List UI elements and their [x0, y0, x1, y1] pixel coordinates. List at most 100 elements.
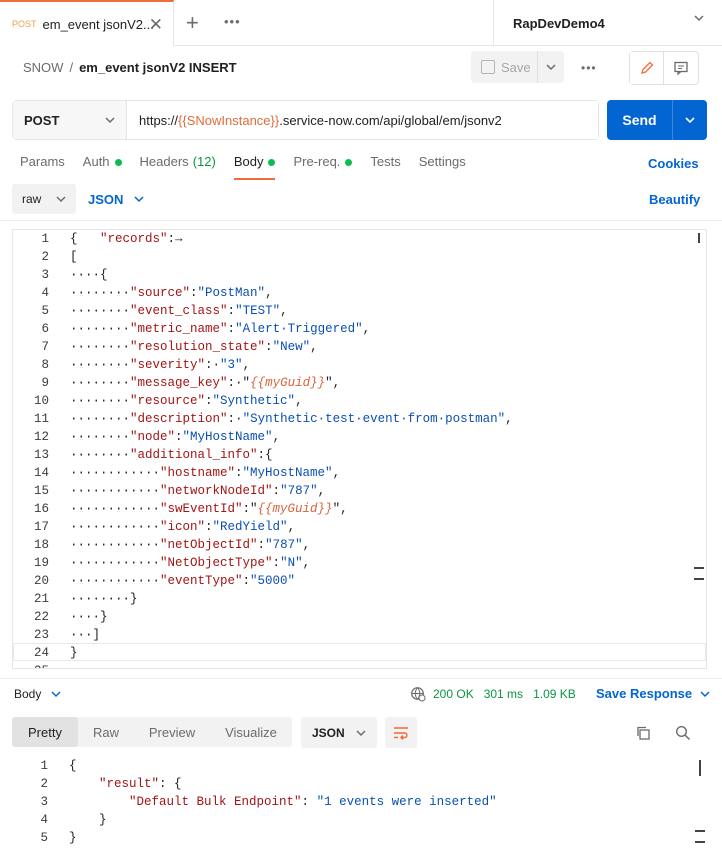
- cookies-link[interactable]: Cookies: [648, 156, 699, 171]
- tab-label: Tests: [370, 154, 400, 169]
- line-number: 1: [13, 230, 59, 248]
- tab-method: POST: [12, 19, 37, 29]
- line-number: 25: [13, 662, 59, 669]
- line-number: 13: [13, 446, 59, 464]
- chevron-down-icon: [50, 688, 62, 700]
- line-number: 17: [13, 518, 59, 536]
- send-options-button[interactable]: [673, 100, 707, 140]
- response-size[interactable]: 1.09 KB: [533, 687, 576, 701]
- save-options-button[interactable]: [538, 61, 564, 73]
- tab-headers[interactable]: Headers(12): [140, 154, 216, 180]
- status-code[interactable]: 200 OK: [433, 687, 474, 701]
- tab-auth[interactable]: Auth: [83, 154, 122, 180]
- url-input[interactable]: https://{{SNowInstance}}.service-now.com…: [127, 101, 598, 139]
- url-suffix: .service-now.com/api/global/em/jsonv2: [279, 113, 502, 128]
- line-number: 2: [13, 248, 59, 266]
- line-number: 8: [13, 356, 59, 374]
- globe-icon[interactable]: [410, 686, 426, 702]
- plus-icon[interactable]: +: [186, 10, 199, 36]
- breadcrumb: SNOW/em_event jsonV2 INSERT: [23, 60, 237, 75]
- line-number: 9: [13, 374, 59, 392]
- code-line: ········"message_key":·"{{myGuid}}",: [70, 374, 513, 392]
- send-button[interactable]: Send: [607, 100, 673, 140]
- scrollbar-marker: [695, 830, 705, 843]
- body-options: raw JSON: [12, 184, 145, 214]
- code-line: }: [70, 644, 513, 662]
- code-line: [70, 662, 513, 669]
- code-line: ···]: [70, 626, 513, 644]
- edit-icon[interactable]: [630, 52, 664, 84]
- code-line: }: [69, 829, 497, 847]
- more-icon[interactable]: •••: [581, 61, 597, 75]
- scrollbar-thumb[interactable]: [698, 233, 700, 243]
- line-number: 21: [13, 590, 59, 608]
- status-dot-icon: [345, 159, 352, 166]
- save-button[interactable]: Save: [471, 51, 538, 83]
- request-body-editor[interactable]: 1234567891011121314151617181920212223242…: [12, 229, 707, 669]
- tab-visualize[interactable]: Visualize: [210, 717, 292, 747]
- more-icon[interactable]: •••: [224, 14, 241, 29]
- line-number: 20: [13, 572, 59, 590]
- code-line: { "records":→: [70, 230, 513, 248]
- body-type-select[interactable]: raw: [12, 184, 76, 214]
- close-icon[interactable]: ✕: [149, 15, 163, 35]
- breadcrumb-request[interactable]: em_event jsonV2 INSERT: [79, 60, 237, 75]
- code-line: ········"additional_info":{: [70, 446, 513, 464]
- tab-body[interactable]: Body: [234, 154, 276, 180]
- search-icon[interactable]: [675, 725, 691, 741]
- line-numbers: 12345: [12, 757, 58, 857]
- code-line: }: [69, 811, 497, 829]
- environment-selector[interactable]: RapDevDemo4: [493, 0, 722, 46]
- code-line: [: [70, 248, 513, 266]
- tab-count: (12): [193, 154, 216, 169]
- response-format-select[interactable]: JSON: [301, 717, 377, 748]
- code-line: "result": {: [69, 775, 497, 793]
- tab-label: Pre-req.: [293, 154, 340, 169]
- code-line: {: [69, 757, 497, 775]
- line-number: 5: [13, 302, 59, 320]
- breadcrumb-collection[interactable]: SNOW: [23, 60, 63, 75]
- code-line: ········"metric_name":"Alert·Triggered",: [70, 320, 513, 338]
- save-response-button[interactable]: Save Response: [596, 686, 711, 701]
- request-tab[interactable]: POST em_event jsonV2... ✕: [0, 0, 174, 46]
- line-number: 6: [13, 320, 59, 338]
- chevron-down-icon: [55, 193, 67, 205]
- code-line: ············"hostname":"MyHostName",: [70, 464, 513, 482]
- code-line: ············"networkNodeId":"787",: [70, 482, 513, 500]
- line-number: 2: [12, 775, 58, 793]
- response-section-select[interactable]: Body: [14, 687, 62, 701]
- save-icon: [481, 60, 495, 74]
- response-time[interactable]: 301 ms: [484, 687, 523, 701]
- scrollbar-thumb[interactable]: [699, 760, 701, 776]
- copy-icon[interactable]: [635, 725, 651, 741]
- line-number: 7: [13, 338, 59, 356]
- tab-tests[interactable]: Tests: [370, 154, 400, 180]
- tab-raw[interactable]: Raw: [78, 717, 134, 747]
- line-number: 22: [13, 608, 59, 626]
- line-number: 24: [13, 644, 59, 662]
- wrap-icon[interactable]: [385, 717, 417, 748]
- save-label: Save: [501, 60, 531, 75]
- code-line: ············"netObjectId":"787",: [70, 536, 513, 554]
- method-select[interactable]: POST: [13, 101, 127, 139]
- tab-pretty[interactable]: Pretty: [12, 717, 78, 747]
- tab-prereq[interactable]: Pre-req.: [293, 154, 352, 180]
- tab-params[interactable]: Params: [20, 154, 65, 180]
- code-line: ········"resolution_state":"New",: [70, 338, 513, 356]
- beautify-link[interactable]: Beautify: [649, 192, 700, 207]
- line-number: 10: [13, 392, 59, 410]
- response-body-viewer[interactable]: 12345 { "result": { "Default Bulk Endpoi…: [12, 757, 707, 857]
- code-line: ············"swEventId":"{{myGuid}}",: [70, 500, 513, 518]
- save-response-label: Save Response: [596, 686, 692, 701]
- code-line: ····{: [70, 266, 513, 284]
- chevron-down-icon: [699, 688, 711, 700]
- line-number: 15: [13, 482, 59, 500]
- code-lines: { "records":→[····{········"source":"Pos…: [70, 230, 513, 669]
- chevron-down-icon: [684, 114, 696, 126]
- body-format-select[interactable]: JSON: [88, 192, 145, 207]
- comment-icon[interactable]: [664, 52, 698, 84]
- tab-settings[interactable]: Settings: [419, 154, 466, 180]
- tab-preview[interactable]: Preview: [134, 717, 210, 747]
- code-line: ········"source":"PostMan",: [70, 284, 513, 302]
- code-line: ········"node":"MyHostName",: [70, 428, 513, 446]
